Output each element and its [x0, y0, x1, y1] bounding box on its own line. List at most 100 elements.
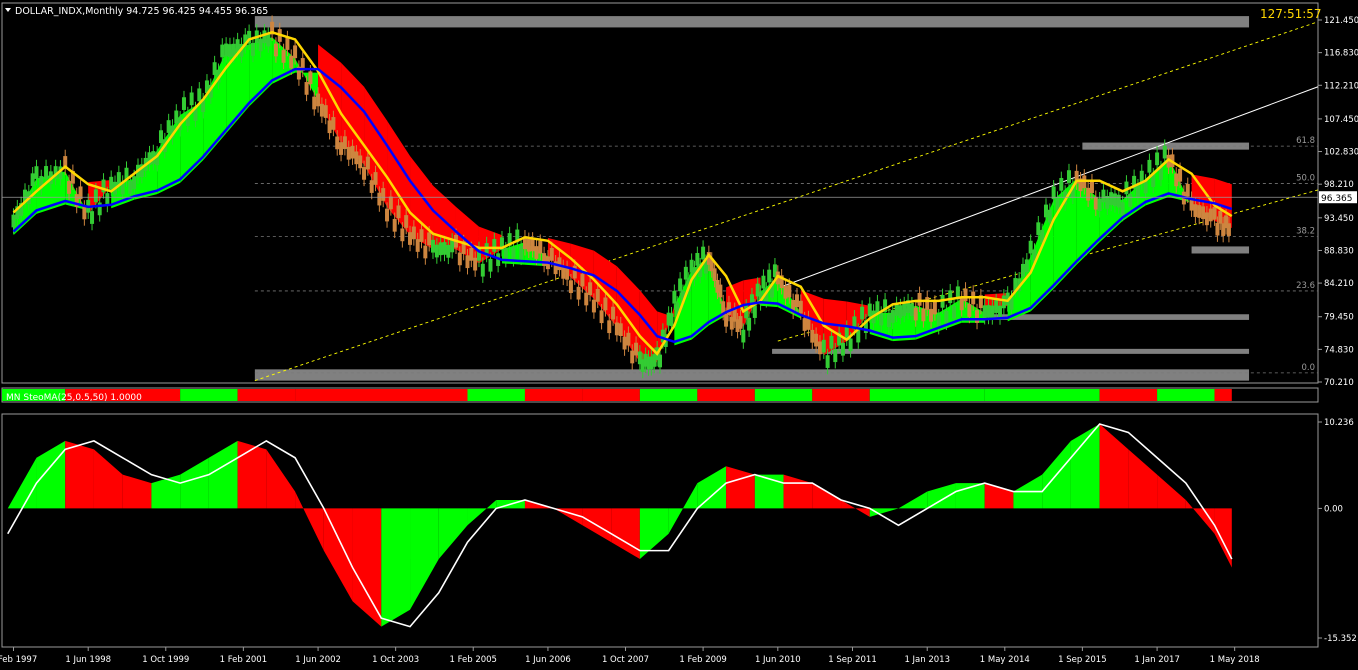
y-tick-label: 121.450: [1324, 16, 1358, 26]
candle-body: [319, 103, 324, 117]
timer-text: 127:51:57: [1260, 7, 1322, 21]
candle-body: [1226, 223, 1231, 236]
candle-body: [634, 342, 639, 356]
x-tick-label: 1 Feb 1997: [0, 655, 37, 665]
candle-body: [415, 239, 420, 252]
candle-body: [626, 332, 631, 346]
histogram-segment: [381, 508, 411, 627]
candle-body: [568, 280, 573, 294]
candle-body: [975, 310, 980, 323]
candle-body: [220, 44, 225, 58]
y-tick-label: 70.210: [1324, 378, 1354, 388]
candle-body: [794, 294, 799, 308]
candle-body: [607, 320, 612, 334]
candle-body: [672, 290, 677, 304]
candle-body: [787, 284, 792, 298]
candle-body: [427, 232, 432, 246]
candle-body: [377, 192, 382, 206]
candle-body: [1112, 193, 1117, 207]
histogram-segment: [122, 474, 152, 509]
candle-body: [890, 310, 895, 323]
histogram-segment: [1070, 423, 1100, 509]
candle-body: [580, 273, 585, 287]
strip-segment: [812, 389, 870, 401]
dropdown-icon[interactable]: [5, 8, 11, 12]
candle-body: [814, 333, 819, 347]
candle-body: [959, 297, 964, 311]
strip-segment: [984, 389, 1100, 401]
fib-box: [990, 314, 1250, 320]
histogram-segment: [410, 508, 439, 610]
osc-y-tick-label: 0.00: [1324, 504, 1343, 514]
candle-body: [362, 167, 367, 180]
candle-body: [1093, 196, 1098, 210]
strip-segment: [639, 389, 698, 401]
candle-body: [419, 229, 424, 242]
candle-body: [1135, 185, 1140, 199]
strip-segment: [295, 389, 468, 401]
candle-body: [669, 313, 674, 327]
chart-canvas: 61.8 50.0 38.2 23.6 0.0 96.365 121.450 116.830…: [0, 2, 1358, 665]
x-tick-label: 1 Jun 2002: [295, 655, 341, 665]
fib-label: 61.8: [1296, 136, 1315, 146]
candle-body: [423, 245, 428, 259]
candle-body: [1036, 222, 1041, 236]
candle-body: [678, 278, 683, 292]
y-tick-label: 107.450: [1324, 115, 1358, 125]
histogram-segment: [1128, 449, 1158, 509]
strip-segment: [180, 389, 238, 401]
osc-y-tick-label: 10.236: [1324, 418, 1354, 428]
candle-body: [44, 166, 49, 179]
candle-body: [576, 286, 581, 300]
candle-body: [825, 355, 830, 368]
x-tick-label: 1 Oct 2003: [372, 655, 419, 665]
x-tick-label: 1 Sep 2015: [1058, 655, 1106, 665]
candle-body: [400, 228, 405, 242]
candle-body: [381, 188, 386, 201]
candle-body: [67, 181, 72, 194]
candle-body: [944, 310, 949, 324]
x-tick-label: 1 Jun 2010: [755, 655, 801, 665]
fib-label: 50.0: [1296, 174, 1315, 184]
y-tick-label: 112.210: [1324, 81, 1358, 91]
candle-body: [392, 218, 397, 232]
candle-body: [761, 275, 766, 289]
strip-segment: [1214, 389, 1232, 401]
candle-body: [982, 305, 987, 319]
candle-body: [109, 176, 114, 190]
candle-body: [929, 308, 934, 322]
candle-body: [316, 93, 321, 107]
candle-body: [738, 316, 743, 329]
candle-body: [724, 313, 729, 327]
candle-body: [542, 253, 547, 266]
candle-body: [385, 208, 390, 222]
histogram-segment: [93, 449, 123, 509]
candle-body: [1097, 198, 1102, 212]
candle-body: [584, 292, 589, 306]
histogram-segment: [1214, 508, 1232, 568]
candle-body: [335, 136, 340, 150]
histogram-segment: [927, 483, 956, 509]
candle-body: [273, 43, 278, 57]
candle-body: [925, 297, 930, 310]
candle-body: [1001, 295, 1006, 309]
candle-body: [438, 242, 443, 256]
histogram-segment: [668, 483, 698, 534]
candle-body: [549, 248, 554, 261]
candle-body: [174, 110, 179, 124]
candle-body: [557, 257, 562, 271]
candle-body: [90, 211, 95, 224]
candle-body: [358, 155, 363, 169]
strip-segment: [1099, 389, 1158, 401]
candle-body: [630, 350, 635, 364]
histogram-segment: [639, 508, 669, 560]
candle-body: [1197, 205, 1202, 218]
candle-body: [197, 88, 202, 102]
fib-label: 38.2: [1296, 227, 1315, 237]
candle-body: [450, 239, 455, 253]
candle-body: [821, 339, 826, 353]
candle-body: [1178, 168, 1183, 182]
candle-body: [488, 258, 493, 272]
candle-body: [783, 285, 788, 299]
candle-body: [1028, 240, 1033, 254]
